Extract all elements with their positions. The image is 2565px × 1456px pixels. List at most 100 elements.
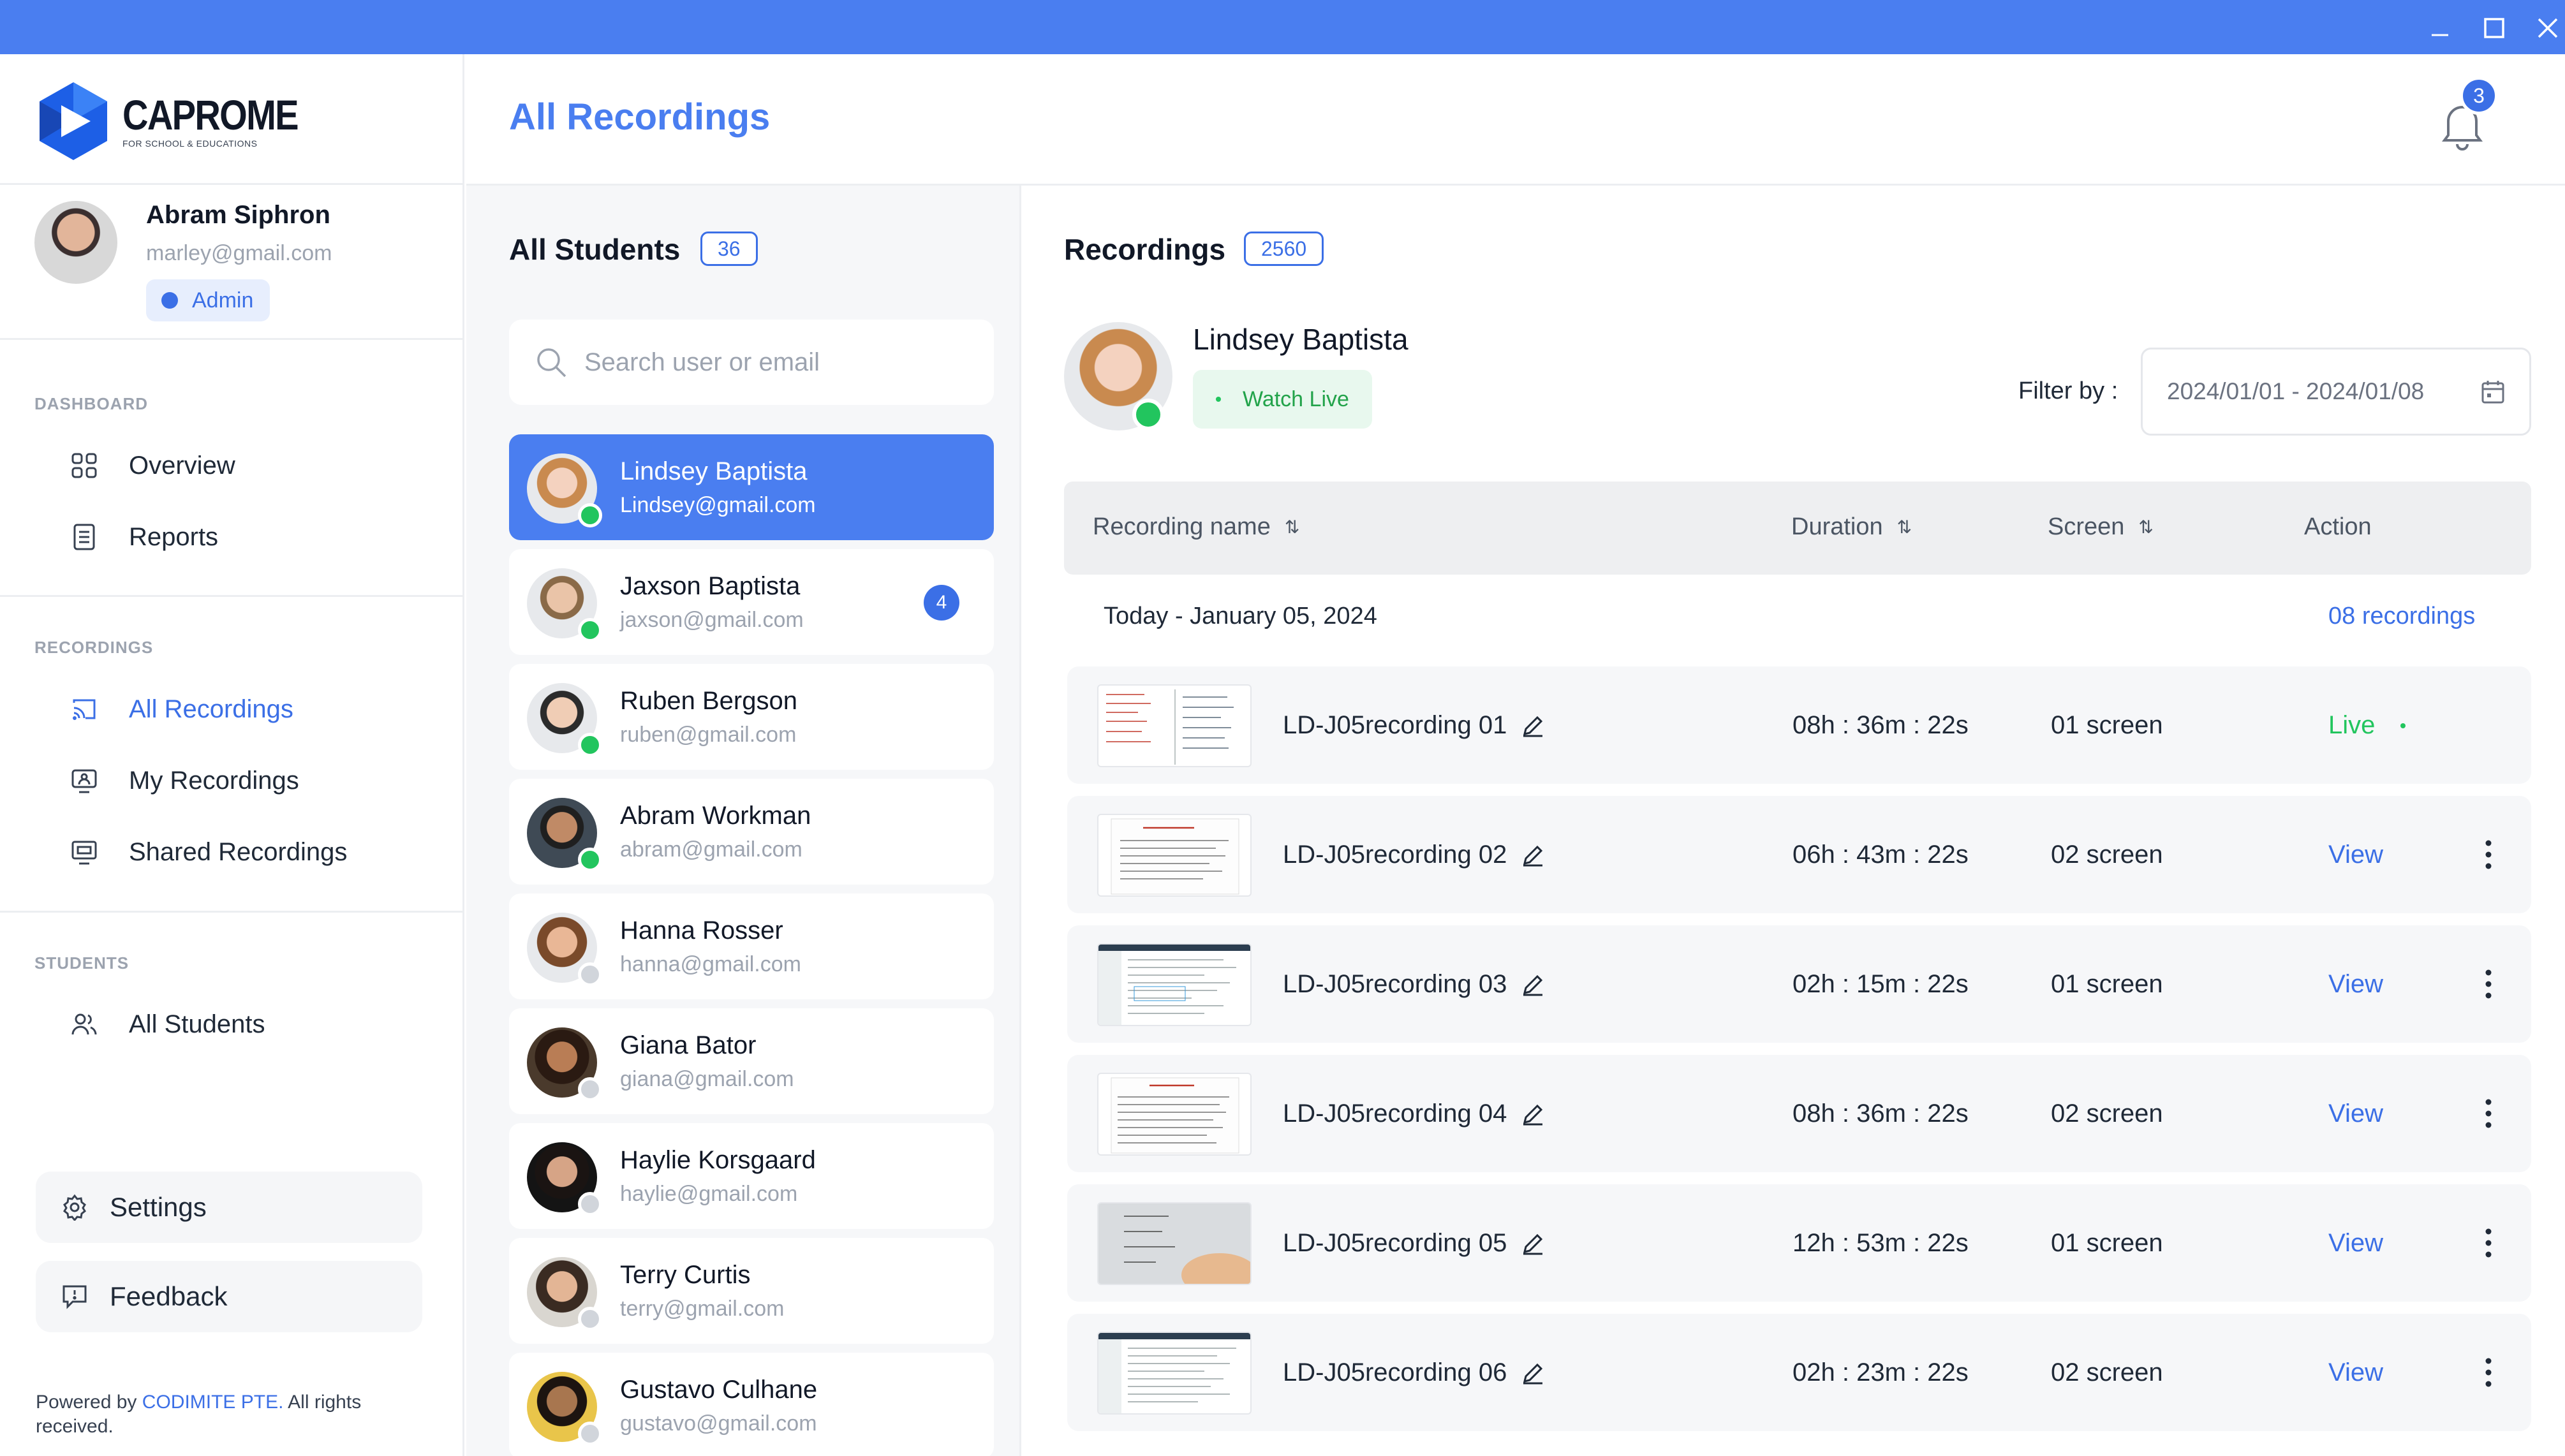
recordings-title: Recordings [1064,233,1226,266]
student-email: abram@gmail.com [620,837,802,862]
edit-pencil-icon[interactable] [1521,1361,1545,1385]
settings-label: Settings [110,1192,207,1222]
student-row[interactable]: Lindsey Baptista Lindsey@gmail.com [509,434,994,540]
column-header-recording-name[interactable]: Recording name ⇅ [1093,513,1299,541]
offline-status-dot [578,962,602,987]
close-icon[interactable] [2529,9,2565,47]
offline-status-dot [578,1422,602,1446]
calendar-icon[interactable] [2480,378,2506,405]
sidebar-item-my-recordings[interactable]: My Recordings [70,758,299,803]
student-row[interactable]: Abram Workman abram@gmail.com [509,779,994,885]
recording-row[interactable]: LD-J05recording 04 08h : 36m : 22s 02 sc… [1067,1055,2531,1172]
edit-pencil-icon[interactable] [1521,1232,1545,1256]
more-vertical-icon[interactable] [2480,834,2497,875]
recording-thumbnail[interactable] [1097,1332,1252,1415]
group-date-label: Today - January 05, 2024 [1104,603,1377,629]
offline-status-dot [578,1307,602,1331]
column-header-screen[interactable]: Screen ⇅ [2048,513,2154,541]
view-link[interactable]: View [2328,841,2383,869]
edit-pencil-icon[interactable] [1521,1102,1545,1126]
brand-logo[interactable]: CAPROME FOR SCHOOL & EDUCATIONS [36,73,329,169]
sort-icon[interactable]: ⇅ [1897,517,1912,538]
recording-thumbnail[interactable] [1097,684,1252,767]
student-row[interactable]: Gustavo Culhane gustavo@gmail.com [509,1353,994,1456]
column-label: Duration [1791,513,1883,540]
recording-thumbnail[interactable] [1097,1202,1252,1285]
sidebar-item-label: Overview [129,451,235,480]
brand-tagline: FOR SCHOOL & EDUCATIONS [122,138,258,149]
recording-name: LD-J05recording 05 [1283,1229,1545,1258]
recording-row[interactable]: LD-J05recording 01 08h : 36m : 22s 01 sc… [1067,666,2531,784]
sidebar-item-all-students[interactable]: All Students [70,1002,265,1047]
student-email: ruben@gmail.com [620,723,797,747]
sidebar-item-label: All Students [129,1010,265,1038]
edit-pencil-icon[interactable] [1521,714,1545,738]
maximize-icon[interactable] [2475,9,2513,47]
view-link[interactable]: View [2328,970,2383,999]
recording-screen-count: 02 screen [2051,1099,2163,1128]
watch-live-button[interactable]: Watch Live [1193,370,1372,429]
recording-screen-count: 01 screen [2051,711,2163,739]
column-label: Screen [2048,513,2125,540]
more-vertical-icon[interactable] [2480,1093,2497,1134]
sort-icon[interactable]: ⇅ [2138,517,2153,538]
sort-icon[interactable]: ⇅ [1285,517,1299,538]
group-recordings-count[interactable]: 08 recordings [2328,603,2475,630]
sidebar-item-overview[interactable]: Overview [70,443,235,488]
student-email: jaxson@gmail.com [620,608,804,632]
student-row[interactable]: Ruben Bergson ruben@gmail.com [509,664,994,770]
sidebar-item-shared-recordings[interactable]: Shared Recordings [70,830,347,874]
recording-row[interactable]: LD-J05recording 05 12h : 53m : 22s 01 sc… [1067,1184,2531,1302]
student-row[interactable]: Haylie Korsgaard haylie@gmail.com [509,1123,994,1229]
online-status-dot [1132,399,1164,430]
settings-button[interactable]: Settings [36,1172,422,1243]
more-vertical-icon[interactable] [2480,1352,2497,1393]
view-link[interactable]: View [2328,1099,2383,1128]
minimize-icon[interactable] [2421,9,2459,47]
more-vertical-icon[interactable] [2480,1223,2497,1263]
view-link[interactable]: View [2328,1358,2383,1387]
screen-icon [71,841,97,865]
recording-thumbnail[interactable] [1097,943,1252,1026]
recording-row[interactable]: LD-J05recording 03 02h : 15m : 22s 01 sc… [1067,925,2531,1043]
student-row[interactable]: Hanna Rosser hanna@gmail.com [509,893,994,999]
sidebar-item-label: Shared Recordings [129,837,348,866]
live-status-link[interactable]: Live [2328,711,2406,740]
feedback-button[interactable]: Feedback [36,1261,422,1332]
search-input[interactable] [584,348,967,377]
powered-brand-link[interactable]: CODIMITE PTE. [142,1392,284,1413]
feedback-icon [63,1285,87,1309]
column-header-duration[interactable]: Duration ⇅ [1791,513,1912,541]
student-row[interactable]: Giana Bator giana@gmail.com [509,1008,994,1114]
recording-name: LD-J05recording 06 [1283,1358,1545,1387]
column-label: Action [2304,513,2372,540]
profile-email: marley@gmail.com [146,241,332,265]
edit-pencil-icon[interactable] [1521,973,1545,997]
recording-thumbnail[interactable] [1097,814,1252,897]
recording-duration: 06h : 43m : 22s [1793,841,1969,869]
more-vertical-icon[interactable] [2480,964,2497,1004]
play-logo-icon [40,82,107,160]
recording-row[interactable]: LD-J05recording 06 02h : 23m : 22s 02 sc… [1067,1314,2531,1431]
sidebar-item-all-recordings[interactable]: All Recordings [70,687,293,732]
date-range-picker[interactable]: 2024/01/01 - 2024/01/08 [2141,348,2531,436]
edit-pencil-icon[interactable] [1521,843,1545,867]
student-email: giana@gmail.com [620,1067,794,1091]
search-field[interactable] [509,320,994,405]
recording-row[interactable]: LD-J05recording 02 06h : 43m : 22s 02 sc… [1067,796,2531,913]
recording-name: LD-J05recording 03 [1283,970,1545,999]
student-row[interactable]: Terry Curtis terry@gmail.com [509,1238,994,1344]
section-label-students: STUDENTS [34,953,129,973]
unread-count-badge: 4 [924,585,959,621]
student-row[interactable]: Jaxson Baptista jaxson@gmail.com 4 [509,549,994,655]
recording-thumbnail[interactable] [1097,1073,1252,1156]
recording-name-label: LD-J05recording 01 [1283,711,1507,739]
recording-duration: 12h : 53m : 22s [1793,1229,1969,1257]
student-name: Lindsey Baptista [620,457,808,485]
view-link[interactable]: View [2328,1229,2383,1258]
online-status-dot [578,503,602,527]
sidebar-item-reports[interactable]: Reports [70,515,218,559]
sidebar-item-label: All Recordings [129,695,293,723]
column-header-action: Action [2304,513,2372,541]
recording-screen-count: 01 screen [2051,1229,2163,1257]
